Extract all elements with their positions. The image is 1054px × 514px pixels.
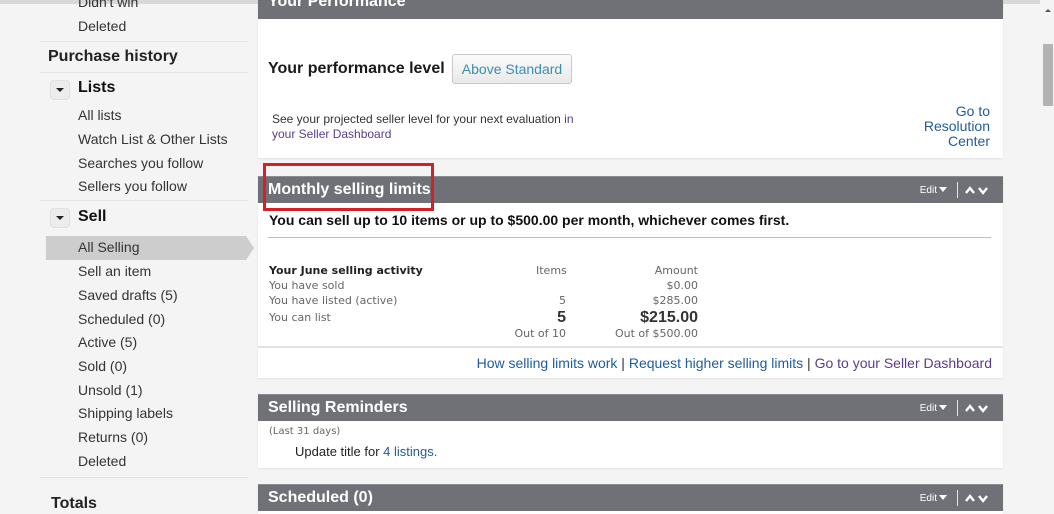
sidebar-item-watch-list[interactable]: Watch List & Other Lists xyxy=(78,131,228,147)
resolution-center-link[interactable]: Go to Resolution Center xyxy=(924,104,990,149)
sidebar-item-totals[interactable]: Totals xyxy=(51,495,97,513)
row-amount-can-list: $215.00 xyxy=(640,309,698,326)
items-column-header: Items xyxy=(536,264,567,277)
link-separator: | xyxy=(807,355,811,371)
divider xyxy=(957,182,958,198)
performance-panel-header: Your Performance xyxy=(258,0,1003,19)
sidebar-item-sellers-you-follow[interactable]: Sellers you follow xyxy=(78,178,187,194)
selling-reminders-panel: Selling Reminders Edit (Last 31 days) Up… xyxy=(258,394,1003,468)
scheduled-header: Scheduled (0) Edit xyxy=(258,484,1003,511)
request-higher-limits-link[interactable]: Request higher selling limits xyxy=(629,355,803,371)
sidebar-item-sell-an-item[interactable]: Sell an item xyxy=(78,263,151,279)
row-amount-listed: $285.00 xyxy=(652,294,699,307)
sidebar-item-deleted[interactable]: Deleted xyxy=(78,453,126,469)
link-separator: | xyxy=(621,355,625,371)
sidebar-item-didnt-win[interactable]: Didn't win xyxy=(78,0,138,10)
sidebar-item-deleted-purchases[interactable]: Deleted xyxy=(78,18,126,34)
divider xyxy=(957,490,958,506)
divider xyxy=(40,41,248,42)
amount-column-header: Amount xyxy=(654,264,698,277)
edit-label: Edit xyxy=(919,403,937,414)
divider xyxy=(258,346,1003,348)
reminder-item: Update title for 4 listings. xyxy=(295,444,437,459)
divider xyxy=(40,477,248,478)
sidebar-item-all-lists[interactable]: All lists xyxy=(78,107,122,123)
sidebar-item-all-selling[interactable]: All Selling xyxy=(78,239,139,255)
resolution-link-line[interactable]: Go to xyxy=(924,104,990,119)
sidebar-item-sold[interactable]: Sold (0) xyxy=(78,358,127,374)
sidebar-item-unsold[interactable]: Unsold (1) xyxy=(78,382,143,398)
selling-limits-links: How selling limits work | Request higher… xyxy=(477,355,992,371)
caret-down-icon xyxy=(56,88,64,92)
edit-menu-button[interactable]: Edit xyxy=(920,493,947,504)
selling-limits-summary: You can sell up to 10 items or up to $50… xyxy=(269,212,790,228)
seller-dashboard-link[interactable]: Go to your Seller Dashboard xyxy=(815,355,992,371)
performance-panel-title: Your Performance xyxy=(268,0,406,10)
sidebar-item-purchase-history[interactable]: Purchase history xyxy=(48,48,178,66)
sidebar-item-searches-you-follow[interactable]: Searches you follow xyxy=(78,155,203,171)
divider xyxy=(40,200,248,201)
caret-down-icon xyxy=(939,405,947,410)
edit-label: Edit xyxy=(919,185,937,196)
move-up-down-icon[interactable] xyxy=(964,183,990,197)
resolution-link-line[interactable]: Center xyxy=(924,134,990,149)
edit-label: Edit xyxy=(919,493,937,504)
highlight-annotation-box xyxy=(263,163,434,211)
move-up-down-icon[interactable] xyxy=(964,491,990,505)
performance-level-label: Your performance level xyxy=(268,60,445,77)
lists-collapse-toggle[interactable] xyxy=(50,80,70,100)
sidebar-item-shipping-labels[interactable]: Shipping labels xyxy=(78,405,173,421)
sidebar-section-sell[interactable]: Sell xyxy=(78,208,106,226)
row-amount-sold: $0.00 xyxy=(666,279,699,292)
divider xyxy=(40,72,248,73)
sidebar-nav: Didn't win Deleted Purchase history List… xyxy=(0,0,258,513)
row-label-listed: You have listed (active) xyxy=(269,294,398,307)
sidebar-item-active[interactable]: Active (5) xyxy=(78,334,137,350)
row-label-sold: You have sold xyxy=(269,279,345,292)
scheduled-title: Scheduled (0) xyxy=(268,489,373,506)
sidebar-item-scheduled[interactable]: Scheduled (0) xyxy=(78,311,165,327)
sidebar-item-saved-drafts[interactable]: Saved drafts (5) xyxy=(78,287,178,303)
edit-menu-button[interactable]: Edit xyxy=(920,403,947,414)
divider xyxy=(957,400,958,416)
row-items-listed: 5 xyxy=(559,294,566,307)
sidebar-item-returns[interactable]: Returns (0) xyxy=(78,429,148,445)
listings-link[interactable]: 4 listings. xyxy=(383,444,437,459)
reminder-text: Update title for xyxy=(295,444,380,459)
selling-reminders-header: Selling Reminders Edit xyxy=(258,394,1003,421)
row-items-can-list: 5 xyxy=(557,309,566,326)
caret-down-icon xyxy=(939,495,947,500)
performance-panel: Your Performance Your performance level … xyxy=(258,0,1003,158)
divider xyxy=(268,237,991,238)
activity-table-title: Your June selling activity xyxy=(269,264,423,277)
move-up-down-icon[interactable] xyxy=(964,401,990,415)
projected-level-label: See your projected seller level for your… xyxy=(272,112,561,126)
scrollbar-thumb[interactable] xyxy=(1043,44,1053,106)
selling-reminders-title: Selling Reminders xyxy=(268,399,408,416)
edit-menu-button[interactable]: Edit xyxy=(920,185,947,196)
caret-down-icon xyxy=(939,187,947,192)
resolution-link-line[interactable]: Resolution xyxy=(924,119,990,134)
amount-out-of: Out of $500.00 xyxy=(614,327,698,340)
items-out-of: Out of 10 xyxy=(514,327,566,340)
row-label-can-list: You can list xyxy=(269,311,331,324)
scroll-up-arrow-icon[interactable] xyxy=(1045,9,1051,12)
sell-collapse-toggle[interactable] xyxy=(50,208,70,228)
reminders-period: (Last 31 days) xyxy=(269,426,341,437)
caret-down-icon xyxy=(56,216,64,220)
sidebar-section-lists[interactable]: Lists xyxy=(78,79,115,97)
how-selling-limits-work-link[interactable]: How selling limits work xyxy=(477,355,618,371)
performance-level-button[interactable]: Above Standard xyxy=(452,54,572,84)
projected-level-text: See your projected seller level for your… xyxy=(272,112,592,142)
